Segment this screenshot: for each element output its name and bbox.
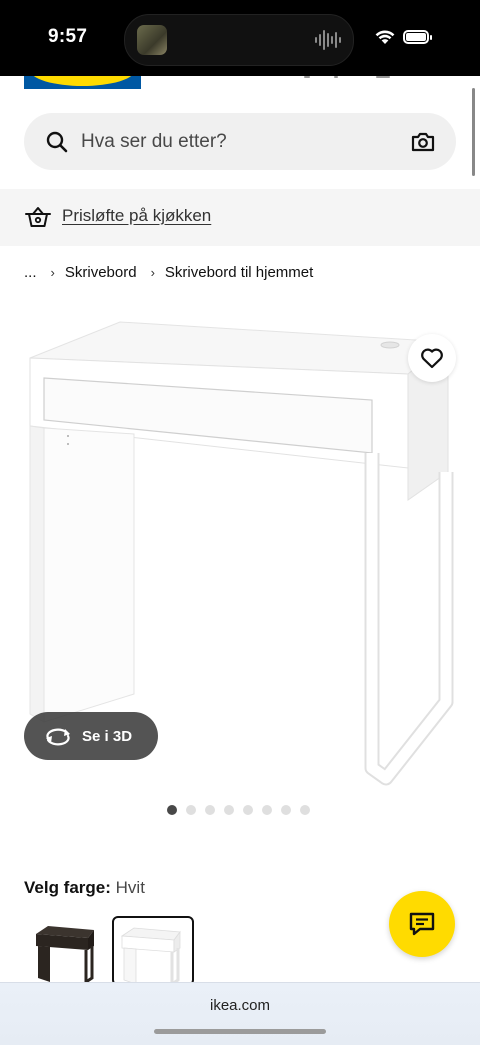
carousel-dot[interactable] <box>243 805 253 815</box>
audio-waveform-icon <box>315 30 341 50</box>
ikea-logo[interactable] <box>24 76 141 89</box>
breadcrumb-ellipsis[interactable]: ... <box>24 264 37 281</box>
carousel-dot[interactable] <box>262 805 272 815</box>
search-icon <box>46 131 68 153</box>
dynamic-island[interactable] <box>124 14 354 66</box>
color-swatch-white[interactable] <box>112 916 194 986</box>
chat-icon <box>409 912 435 936</box>
battery-icon <box>403 30 432 44</box>
basket-icon <box>25 207 51 227</box>
color-swatch-black[interactable] <box>28 916 110 986</box>
promo-link[interactable]: Prisløfte på kjøkken <box>62 206 211 226</box>
view-3d-label: Se i 3D <box>82 727 133 745</box>
status-bar: 9:57 <box>0 0 480 76</box>
now-playing-artwork <box>137 25 167 55</box>
status-time: 9:57 <box>48 26 88 47</box>
view-3d-button[interactable]: Se i 3D <box>24 712 158 760</box>
carousel-dot[interactable] <box>224 805 234 815</box>
scrollbar[interactable] <box>472 88 475 176</box>
search-input[interactable] <box>81 129 381 155</box>
camera-icon[interactable] <box>410 130 436 154</box>
breadcrumb: ... › Skrivebord › Skrivebord til hjemme… <box>24 262 313 282</box>
rotate-3d-icon <box>46 728 70 746</box>
header-icons <box>300 76 400 79</box>
carousel-dot[interactable] <box>281 805 291 815</box>
browser-url[interactable]: ikea.com <box>0 997 480 1014</box>
carousel-dot[interactable] <box>167 805 177 815</box>
color-label-title: Velg farge: <box>24 878 111 897</box>
desk-black-thumbnail <box>36 926 94 985</box>
browser-bar: ikea.com <box>0 982 480 1045</box>
desk-white-thumbnail <box>120 927 181 984</box>
chevron-right-icon: › <box>50 264 55 280</box>
breadcrumb-current[interactable]: Skrivebord til hjemmet <box>165 264 313 281</box>
color-label: Velg farge: Hvit <box>24 878 145 898</box>
promo-banner[interactable]: Prisløfte på kjøkken <box>0 189 480 246</box>
chevron-right-icon: › <box>150 264 155 280</box>
breadcrumb-skrivebord[interactable]: Skrivebord <box>65 264 137 281</box>
chat-button[interactable] <box>389 891 455 957</box>
color-value: Hvit <box>115 878 145 897</box>
favorite-button[interactable] <box>408 334 456 382</box>
home-indicator[interactable] <box>154 1029 326 1034</box>
carousel-dot[interactable] <box>186 805 196 815</box>
wifi-icon <box>375 30 395 44</box>
carousel-dots[interactable] <box>167 805 310 815</box>
carousel-dot[interactable] <box>300 805 310 815</box>
heart-icon <box>421 348 443 369</box>
carousel-dot[interactable] <box>205 805 215 815</box>
search-bar[interactable] <box>24 113 456 170</box>
